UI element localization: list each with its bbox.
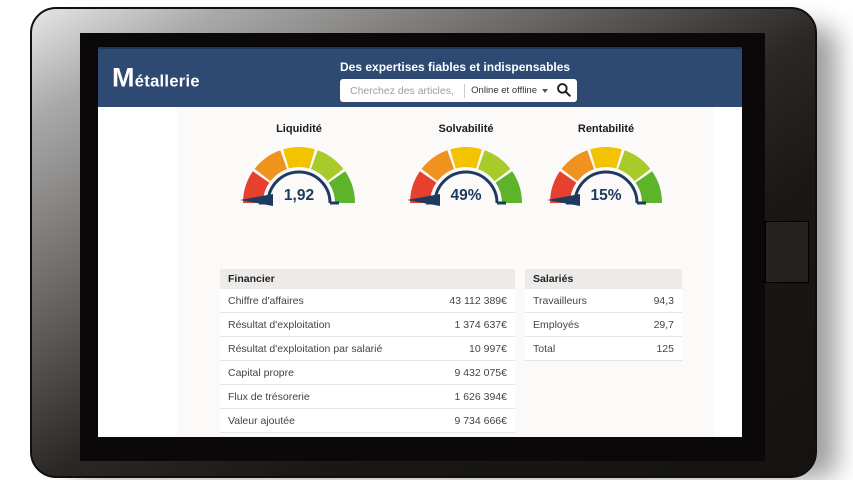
search-divider bbox=[464, 84, 465, 98]
gauge-title: Liquidité bbox=[237, 123, 361, 135]
header-center: Des expertises fiables et indispensables… bbox=[340, 60, 577, 102]
magnifier-icon bbox=[556, 82, 571, 100]
row-value: 9 734 666€ bbox=[454, 415, 507, 427]
screen-bezel: Métallerie Des expertises fiables et ind… bbox=[80, 33, 765, 461]
row-value: 1 626 394€ bbox=[454, 391, 507, 403]
table-row: Valeur ajoutée 9 734 666€ bbox=[220, 409, 515, 433]
row-value: 9 432 075€ bbox=[454, 367, 507, 379]
gauge-title: Solvabilité bbox=[404, 123, 528, 135]
gauge-rentabilite: Rentabilité 15% bbox=[544, 123, 668, 212]
table-salaries: Salariés Travailleurs 94,3 Employés 29,7… bbox=[525, 269, 682, 361]
row-value: 1 374 637€ bbox=[454, 319, 507, 331]
table-row: Employés 29,7 bbox=[525, 313, 682, 337]
logo[interactable]: Métallerie bbox=[112, 65, 200, 92]
search-filter-dropdown[interactable]: Online et offline bbox=[471, 85, 548, 96]
row-label: Chiffre d'affaires bbox=[228, 295, 304, 307]
tablet-device: Métallerie Des expertises fiables et ind… bbox=[30, 7, 817, 478]
search-bar: Online et offline bbox=[340, 79, 577, 102]
row-value: 125 bbox=[656, 343, 674, 355]
device-side-port bbox=[765, 221, 809, 283]
table-row: Flux de trésorerie 1 626 394€ bbox=[220, 385, 515, 409]
table-header: Salariés bbox=[525, 269, 682, 289]
gauge-solvabilite: Solvabilité 49% bbox=[404, 123, 528, 212]
gauge-chart: 49% bbox=[406, 143, 526, 207]
site-header: Métallerie Des expertises fiables et ind… bbox=[98, 47, 742, 107]
row-label: Capital propre bbox=[228, 367, 294, 379]
row-value: 29,7 bbox=[654, 319, 674, 331]
table-row: Chiffre d'affaires 43 112 389€ bbox=[220, 289, 515, 313]
table-row: Total 125 bbox=[525, 337, 682, 361]
table-header: Financier bbox=[220, 269, 515, 289]
row-value: 43 112 389€ bbox=[449, 295, 507, 307]
row-value: 94,3 bbox=[654, 295, 674, 307]
row-label: Total bbox=[533, 343, 555, 355]
gauge-value: 1,92 bbox=[284, 187, 314, 204]
header-tagline: Des expertises fiables et indispensables bbox=[340, 60, 577, 74]
row-value: 10 997€ bbox=[469, 343, 507, 355]
table-row: Capital propre 9 432 075€ bbox=[220, 361, 515, 385]
gauge-chart: 1,92 bbox=[239, 143, 359, 207]
page-background: Métallerie Des expertises fiables et ind… bbox=[0, 0, 853, 480]
table-row: Travailleurs 94,3 bbox=[525, 289, 682, 313]
row-label: Employés bbox=[533, 319, 579, 331]
gauge-chart: 15% bbox=[546, 143, 666, 207]
gauge-value: 49% bbox=[450, 187, 481, 204]
gauge-value: 15% bbox=[590, 187, 621, 204]
gauge-liquidite: Liquidité 1,92 bbox=[237, 123, 361, 212]
row-label: Travailleurs bbox=[533, 295, 587, 307]
search-input[interactable] bbox=[348, 84, 458, 98]
search-submit-button[interactable] bbox=[548, 82, 571, 100]
row-label: Résultat d'exploitation bbox=[228, 319, 330, 331]
row-label: Résultat d'exploitation par salarié bbox=[228, 343, 382, 355]
gauge-title: Rentabilité bbox=[544, 123, 668, 135]
browser-viewport: Métallerie Des expertises fiables et ind… bbox=[98, 47, 742, 437]
search-filter-value: Online et offline bbox=[471, 85, 537, 96]
table-row: Résultat d'exploitation par salarié 10 9… bbox=[220, 337, 515, 361]
table-financier: Financier Chiffre d'affaires 43 112 389€… bbox=[220, 269, 515, 433]
table-row: Résultat d'exploitation 1 374 637€ bbox=[220, 313, 515, 337]
row-label: Valeur ajoutée bbox=[228, 415, 295, 427]
row-label: Flux de trésorerie bbox=[228, 391, 310, 403]
